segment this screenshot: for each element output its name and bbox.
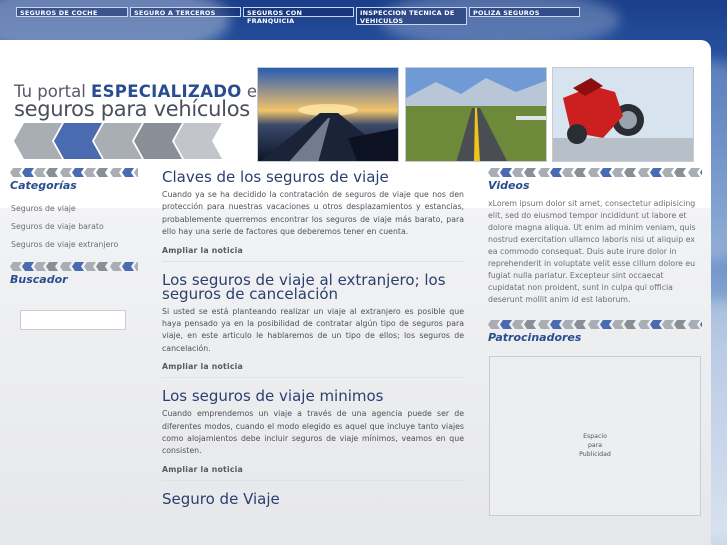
article: Los seguros de viaje minimos Cuando empr… [162,389,464,481]
read-more-link[interactable]: Ampliar la noticia [162,465,464,474]
article-excerpt: Cuando emprendemos un viaje a través de … [162,409,464,456]
top-nav: SEGUROS DE COCHE SEGURO A TERCEROS SEGUR… [16,7,580,25]
section-chevrons-decoration [10,168,138,177]
search-title: Buscador [10,273,68,286]
section-chevrons-decoration [488,320,702,329]
nav-item-seguro-a-terceros[interactable]: SEGURO A TERCEROS [130,7,241,17]
ad-space[interactable]: Espacio para Publicidad [489,356,701,516]
category-link[interactable]: Seguros de viaje extranjero [10,238,138,256]
videos-title: Videos [488,179,530,192]
ad-placeholder-text: Espacio para Publicidad [490,432,700,459]
read-more-link[interactable]: Ampliar la noticia [162,362,464,371]
sponsors-title: Patrocinadores [488,331,582,344]
article-title[interactable]: Seguro de Viaje [162,491,464,506]
article-list: Claves de los seguros de viaje Cuando ya… [162,170,464,528]
nav-item-seguros-de-coche[interactable]: SEGUROS DE COCHE [16,7,128,17]
photo-open-road [405,67,547,162]
header-tagline-line2: seguros para vehículos [14,97,250,121]
article-excerpt: Cuando ya se ha decidido la contratación… [162,190,464,237]
article-title[interactable]: Los seguros de viaje minimos [162,389,464,404]
ad-line: Publicidad [579,451,611,458]
category-link[interactable]: Seguros de viaje barato [10,220,138,238]
ad-line: para [587,442,603,449]
read-more-link[interactable]: Ampliar la noticia [162,246,464,255]
article: Seguro de Viaje [162,491,464,517]
article-title[interactable]: Los seguros de viaje al extranjero; los … [162,272,464,301]
article: Claves de los seguros de viaje Cuando ya… [162,170,464,262]
article-excerpt: Si usted se está planteando realizar un … [162,306,464,353]
categories-list: Seguros de viaje Seguros de viaje barato… [10,202,138,256]
category-link[interactable]: Seguros de viaje [10,202,138,220]
photo-night-road [257,67,399,162]
nav-item-inspeccion-tecnica[interactable]: INSPECCION TECNICA DE VEHICULOS [356,7,467,25]
ad-line: Espacio [583,433,607,440]
nav-item-poliza-seguros[interactable]: POLIZA SEGUROS [469,7,580,17]
section-chevrons-decoration [488,168,702,177]
nav-item-seguros-con-franquicia[interactable]: SEGUROS CON FRANQUICIA [243,7,354,25]
left-sidebar: Categorías Seguros de viaje Seguros de v… [10,168,138,330]
photo-motorcycle [552,67,694,162]
search-input[interactable] [20,310,126,330]
right-sidebar: Videos xLorem ipsum dolor sit amet, cons… [488,168,702,516]
article-title[interactable]: Claves de los seguros de viaje [162,170,464,185]
categories-title: Categorías [10,179,77,192]
header-chevrons-graphic [14,123,222,159]
section-chevrons-decoration [10,262,138,271]
videos-text: xLorem ipsum dolor sit amet, consectetur… [488,199,696,304]
article: Los seguros de viaje al extranjero; los … [162,272,464,379]
